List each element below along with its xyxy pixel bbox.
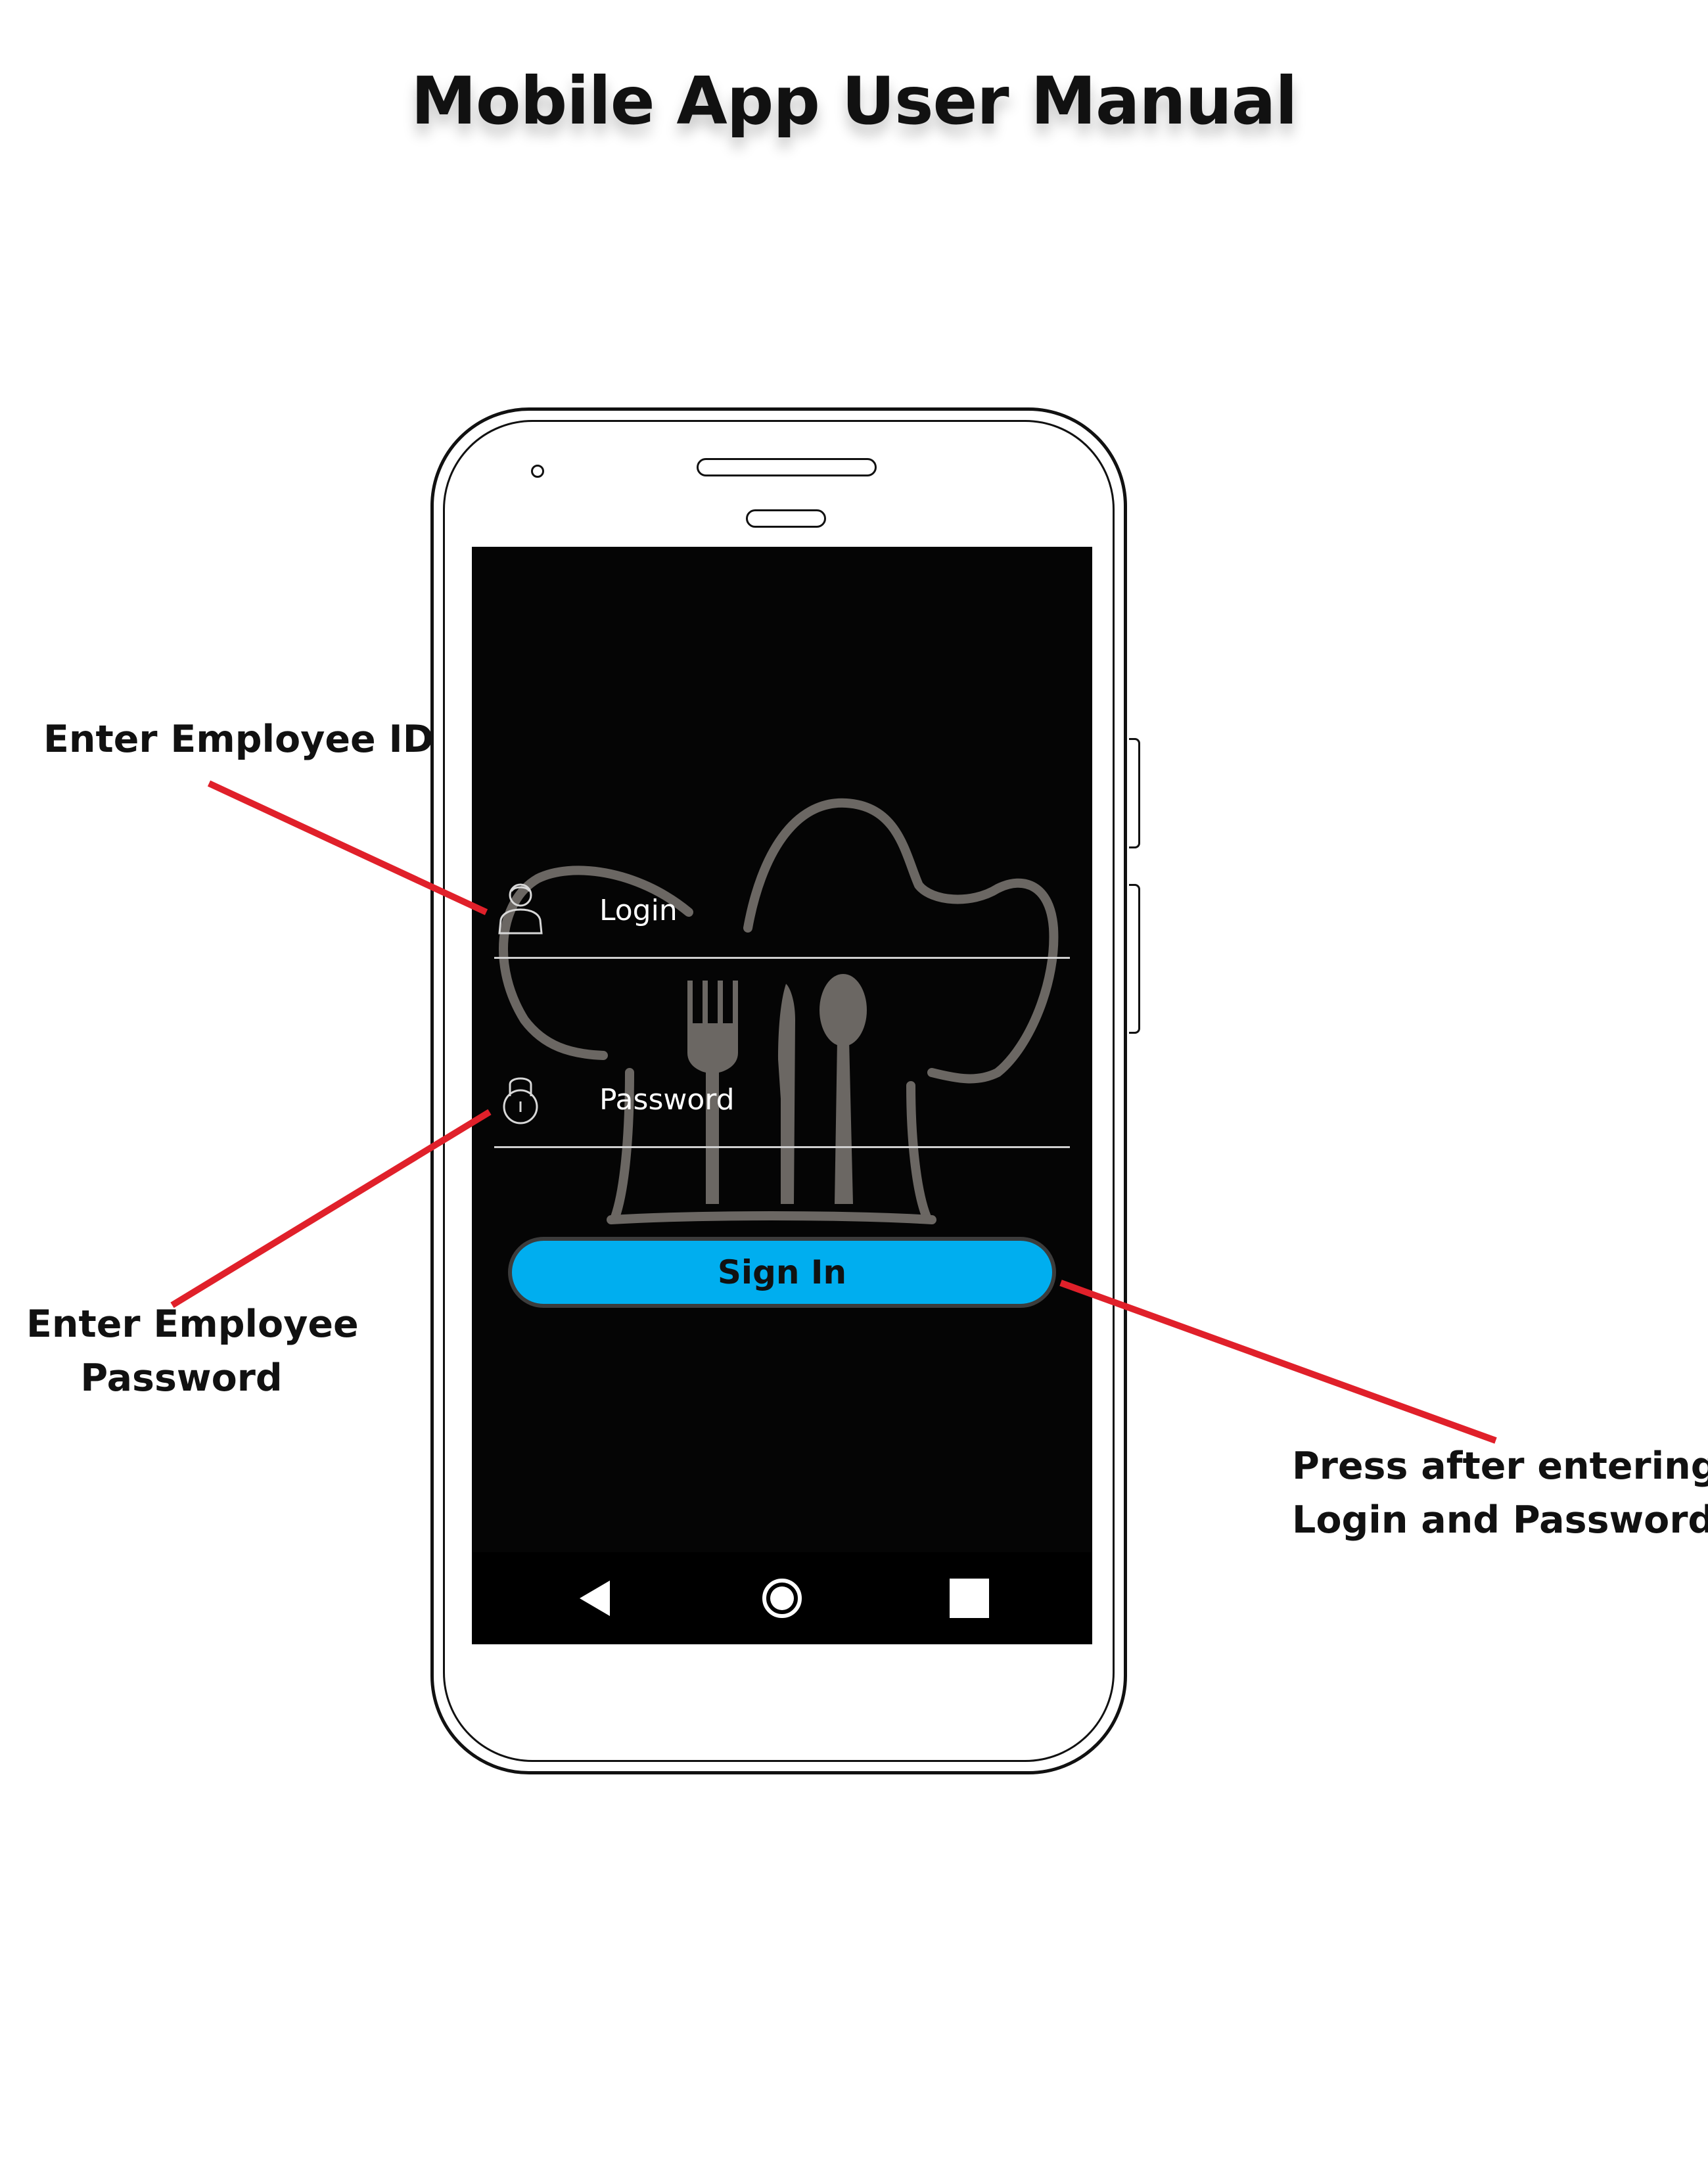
power-key bbox=[1129, 884, 1140, 1034]
password-annotation-line1: Enter Employee bbox=[26, 1303, 359, 1346]
password-placeholder: Password bbox=[599, 1083, 735, 1117]
password-field[interactable]: Password bbox=[494, 1059, 1070, 1148]
page-title: Mobile App User Manual bbox=[411, 62, 1297, 139]
earpiece-speaker bbox=[697, 458, 877, 476]
password-annotation-line2: Password bbox=[80, 1356, 283, 1400]
volume-key bbox=[1129, 738, 1140, 848]
login-annotation-text: Enter Employee ID bbox=[43, 718, 434, 761]
front-camera bbox=[531, 465, 544, 478]
signin-annotation-line2: Login and Password bbox=[1292, 1498, 1708, 1542]
signin-annotation-line1: Press after entering bbox=[1292, 1445, 1708, 1488]
signin-annotation: Press after entering Login and Password bbox=[1292, 1439, 1708, 1547]
login-annotation: Enter Employee ID bbox=[43, 712, 434, 766]
login-screen: Login Password Sign In bbox=[472, 547, 1092, 1644]
lock-icon bbox=[503, 1077, 538, 1124]
navigation-bar bbox=[472, 1552, 1092, 1644]
recents-square-icon[interactable] bbox=[946, 1575, 992, 1621]
sign-in-button[interactable]: Sign In bbox=[508, 1237, 1056, 1308]
home-circle-icon[interactable] bbox=[759, 1575, 805, 1621]
login-field[interactable]: Login bbox=[494, 869, 1070, 959]
user-icon bbox=[498, 883, 543, 935]
login-placeholder: Login bbox=[599, 894, 678, 927]
password-annotation: Enter Employee Password bbox=[26, 1297, 359, 1405]
back-triangle-icon[interactable] bbox=[572, 1575, 618, 1621]
sign-in-label: Sign In bbox=[717, 1253, 847, 1291]
proximity-sensor bbox=[746, 509, 826, 528]
